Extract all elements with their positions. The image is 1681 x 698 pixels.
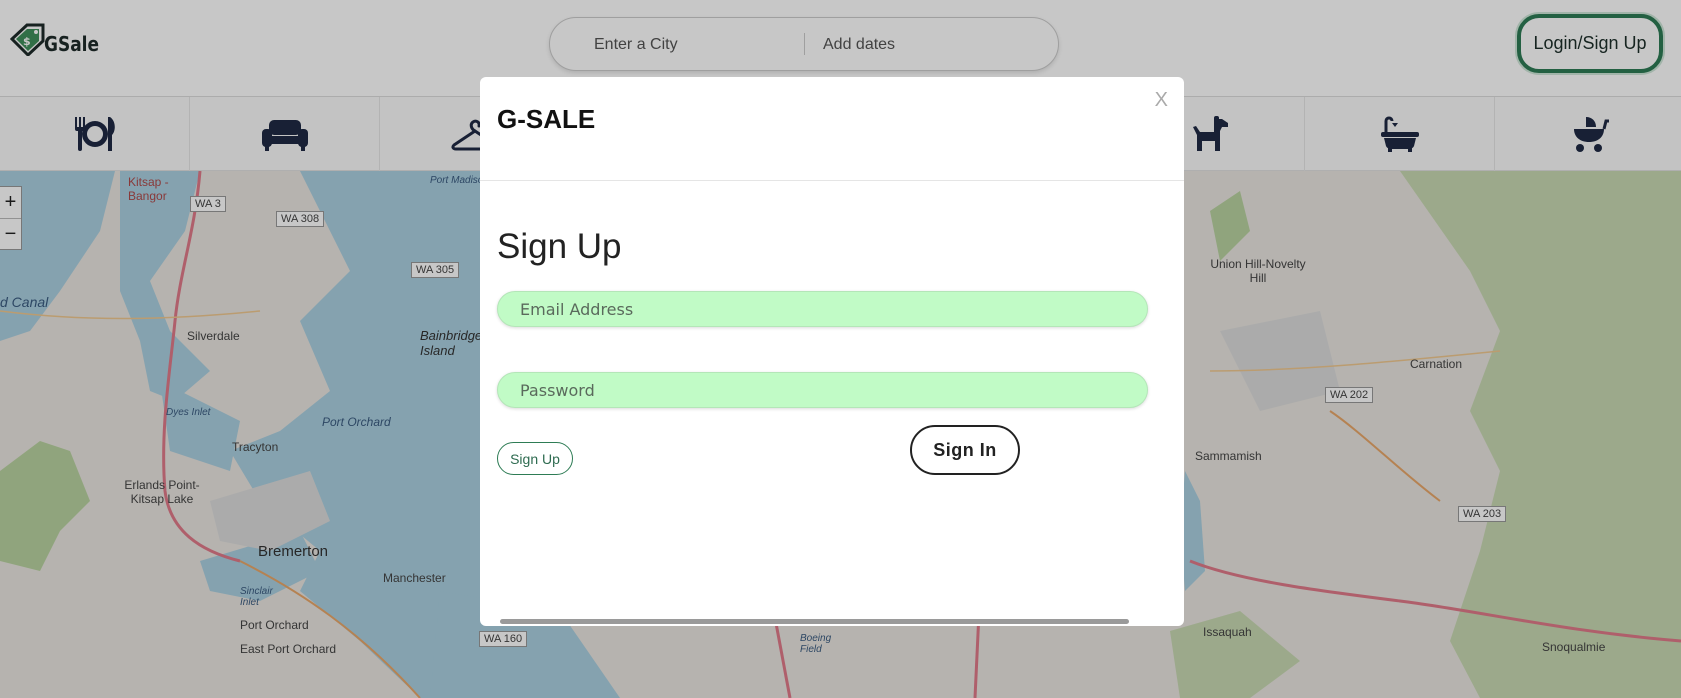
email-field xyxy=(497,291,1148,327)
form-heading: Sign Up xyxy=(497,227,622,266)
divider xyxy=(480,180,1184,181)
signup-button[interactable]: Sign Up xyxy=(497,442,573,475)
close-icon[interactable]: X xyxy=(1155,89,1168,112)
password-field xyxy=(497,372,1148,408)
email-input[interactable] xyxy=(498,292,1147,326)
page: $ GSale Enter a City Add dates Login/Sig… xyxy=(0,0,1681,698)
horizontal-scrollbar[interactable] xyxy=(500,619,1129,624)
signup-modal: G-SALE X Sign Up Sign Up Sign In xyxy=(480,77,1184,626)
modal-title: G-SALE xyxy=(497,104,596,134)
signin-button[interactable]: Sign In xyxy=(910,425,1020,475)
password-input[interactable] xyxy=(498,373,1147,407)
